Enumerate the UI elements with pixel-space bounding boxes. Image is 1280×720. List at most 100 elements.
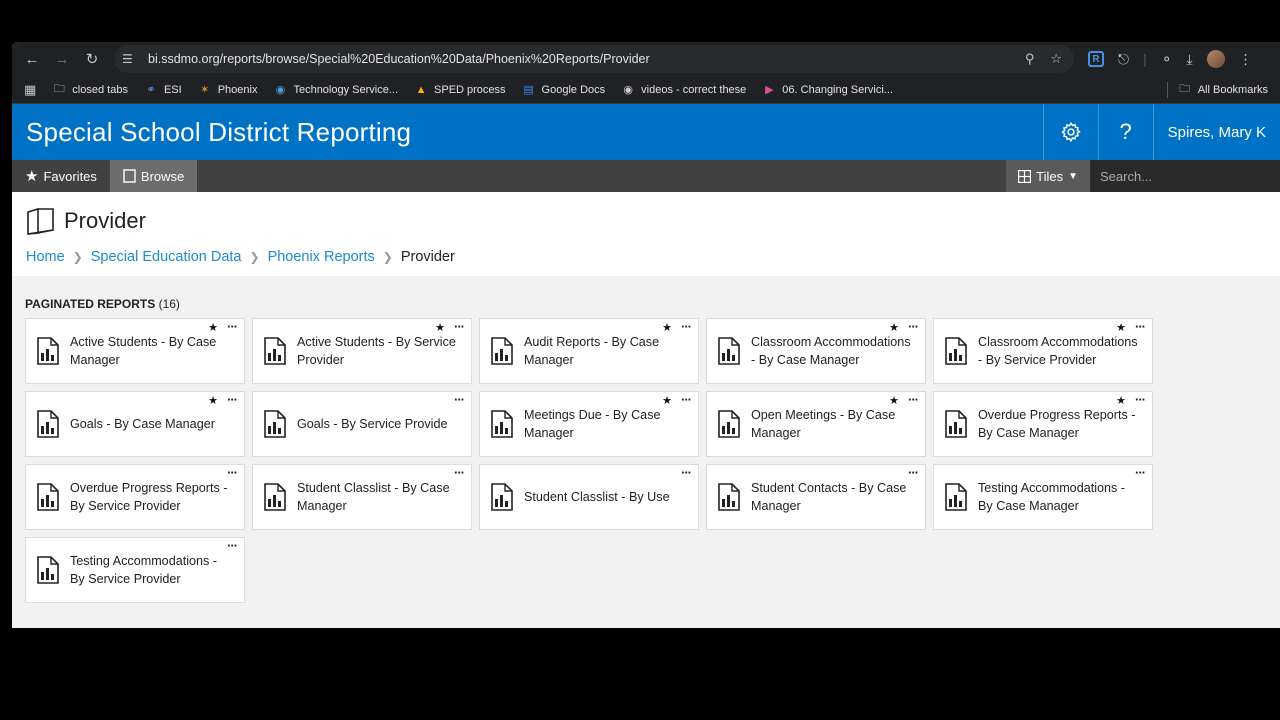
bookmarks-separator bbox=[1166, 81, 1168, 98]
more-options-icon[interactable]: ··· bbox=[454, 319, 465, 334]
paginated-report-icon bbox=[37, 410, 59, 438]
bookmark-google-docs[interactable]: ▤ Google Docs bbox=[522, 83, 605, 97]
extension-r-icon[interactable]: R bbox=[1088, 51, 1104, 67]
more-options-icon[interactable]: ··· bbox=[908, 392, 919, 407]
report-tile[interactable]: Meetings Due - By Case Manager ★ ··· bbox=[479, 391, 699, 457]
more-options-icon[interactable]: ··· bbox=[681, 465, 692, 480]
globe-icon: ◉ bbox=[275, 84, 286, 96]
report-tile[interactable]: Classroom Accommodations - By Case Manag… bbox=[706, 318, 926, 384]
more-options-icon[interactable]: ··· bbox=[227, 319, 238, 334]
breadcrumb-special-education-data[interactable]: Special Education Data bbox=[91, 249, 242, 265]
more-options-icon[interactable]: ··· bbox=[1135, 319, 1146, 334]
report-tile[interactable]: Classroom Accommodations - By Service Pr… bbox=[933, 318, 1153, 384]
favorite-star-icon[interactable]: ★ bbox=[889, 321, 899, 334]
view-toggle-button[interactable]: Tiles ▼ bbox=[1006, 160, 1090, 192]
extensions-icon[interactable]: ⎋ bbox=[1118, 51, 1129, 68]
more-options-icon[interactable]: ··· bbox=[227, 392, 238, 407]
page-title-area: Provider Home ❯ Special Education Data ❯… bbox=[12, 192, 1280, 276]
forward-icon[interactable]: → bbox=[50, 47, 74, 71]
bookmark-sped-process[interactable]: ▲ SPED process bbox=[414, 83, 506, 97]
report-tile[interactable]: Student Classlist - By Case Manager ··· bbox=[252, 464, 472, 530]
bookmark-technology-service[interactable]: ◉ Technology Service... bbox=[273, 83, 398, 97]
bookmark-esi[interactable]: ⚭ ESI bbox=[144, 83, 181, 97]
more-options-icon[interactable]: ··· bbox=[1135, 465, 1146, 480]
paginated-report-icon bbox=[945, 410, 967, 438]
report-name: Student Contacts - By Case Manager bbox=[751, 481, 907, 513]
settings-button[interactable] bbox=[1042, 104, 1098, 160]
breadcrumb-home[interactable]: Home bbox=[26, 249, 65, 265]
link-icon: ⚭ bbox=[146, 84, 156, 96]
browse-nav[interactable]: Browse bbox=[109, 160, 198, 192]
more-options-icon[interactable]: ··· bbox=[227, 538, 238, 553]
more-options-icon[interactable]: ··· bbox=[454, 465, 465, 480]
reload-icon[interactable]: ↻ bbox=[80, 47, 104, 71]
all-bookmarks[interactable]: 🗀 All Bookmarks bbox=[1178, 83, 1268, 97]
media-icon[interactable]: ⚬ bbox=[1161, 51, 1173, 68]
favorite-star-icon[interactable]: ★ bbox=[435, 321, 445, 334]
report-tile[interactable]: Overdue Progress Reports - By Case Manag… bbox=[933, 391, 1153, 457]
report-tile[interactable]: Goals - By Case Manager ★ ··· bbox=[25, 391, 245, 457]
more-options-icon[interactable]: ··· bbox=[681, 392, 692, 407]
more-options-icon[interactable]: ··· bbox=[454, 392, 465, 407]
report-tile[interactable]: Testing Accommodations - By Case Manager… bbox=[933, 464, 1153, 530]
address-bar[interactable]: ☰ bi.ssdmo.org/reports/browse/Special%20… bbox=[114, 45, 1074, 73]
chevron-down-icon: ▼ bbox=[1068, 170, 1078, 182]
report-tile[interactable]: Student Classlist - By Use ··· bbox=[479, 464, 699, 530]
favorite-star-icon[interactable]: ★ bbox=[208, 394, 218, 407]
download-icon[interactable]: ⤓ bbox=[1186, 51, 1192, 68]
breadcrumb-phoenix-reports[interactable]: Phoenix Reports bbox=[268, 249, 375, 265]
report-name: Active Students - By Service Provider bbox=[297, 335, 456, 367]
report-tile[interactable]: Overdue Progress Reports - By Service Pr… bbox=[25, 464, 245, 530]
paginated-report-icon bbox=[945, 337, 967, 365]
bookmark-star-icon[interactable]: ☆ bbox=[1050, 51, 1062, 67]
site-title[interactable]: Special School District Reporting bbox=[12, 117, 1043, 148]
report-tile[interactable]: Active Students - By Service Provider ★ … bbox=[252, 318, 472, 384]
report-tile[interactable]: Student Contacts - By Case Manager ··· bbox=[706, 464, 926, 530]
paginated-report-icon bbox=[491, 337, 513, 365]
folder-icon: 🗀 bbox=[53, 83, 65, 95]
favorite-star-icon[interactable]: ★ bbox=[208, 321, 218, 334]
section-header: PAGINATED REPORTS (16) bbox=[25, 297, 1267, 311]
report-tile[interactable]: Active Students - By Case Manager ★ ··· bbox=[25, 318, 245, 384]
paginated-report-icon bbox=[718, 483, 740, 511]
report-tile[interactable]: Audit Reports - By Case Manager ★ ··· bbox=[479, 318, 699, 384]
back-icon[interactable]: ← bbox=[20, 47, 44, 71]
report-name: Classroom Accommodations - By Case Manag… bbox=[751, 335, 911, 367]
more-options-icon[interactable]: ··· bbox=[227, 465, 238, 480]
report-tile[interactable]: Open Meetings - By Case Manager ★ ··· bbox=[706, 391, 926, 457]
favorite-star-icon[interactable]: ★ bbox=[889, 394, 899, 407]
report-name: Overdue Progress Reports - By Case Manag… bbox=[978, 408, 1136, 440]
globe-icon: ◉ bbox=[623, 84, 633, 96]
report-tile[interactable]: Goals - By Service Provide ··· bbox=[252, 391, 472, 457]
portal-header: Special School District Reporting ? Spir… bbox=[12, 104, 1280, 160]
more-options-icon[interactable]: ··· bbox=[908, 319, 919, 334]
paginated-report-icon bbox=[718, 410, 740, 438]
url-path: /reports/browse/Special%20Education%20Da… bbox=[219, 52, 650, 66]
zoom-icon[interactable]: ⚲ bbox=[1025, 51, 1035, 67]
favorite-star-icon[interactable]: ★ bbox=[662, 394, 672, 407]
report-name: Testing Accommodations - By Service Prov… bbox=[70, 554, 217, 586]
favorite-star-icon[interactable]: ★ bbox=[662, 321, 672, 334]
paginated-report-icon bbox=[945, 483, 967, 511]
profile-avatar[interactable] bbox=[1206, 50, 1225, 68]
favorite-star-icon[interactable]: ★ bbox=[1116, 321, 1126, 334]
favorites-nav[interactable]: ★ Favorites bbox=[12, 160, 110, 192]
search-input[interactable] bbox=[1100, 168, 1276, 184]
bookmark-videos[interactable]: ◉ videos - correct these bbox=[621, 83, 746, 97]
favorite-star-icon[interactable]: ★ bbox=[1116, 394, 1126, 407]
site-settings-icon[interactable]: ☰ bbox=[122, 52, 140, 66]
folder-icon bbox=[27, 207, 54, 235]
menu-dots-icon[interactable]: ⋮ bbox=[1239, 51, 1253, 68]
report-name: Classroom Accommodations - By Service Pr… bbox=[978, 335, 1138, 367]
report-tile[interactable]: Testing Accommodations - By Service Prov… bbox=[25, 537, 245, 603]
breadcrumb: Home ❯ Special Education Data ❯ Phoenix … bbox=[26, 242, 1280, 272]
apps-icon[interactable]: ▦ bbox=[24, 82, 36, 98]
more-options-icon[interactable]: ··· bbox=[681, 319, 692, 334]
more-options-icon[interactable]: ··· bbox=[908, 465, 919, 480]
more-options-icon[interactable]: ··· bbox=[1135, 392, 1146, 407]
user-name[interactable]: Spires, Mary K bbox=[1152, 104, 1280, 160]
help-button[interactable]: ? bbox=[1097, 104, 1153, 160]
bookmark-closed-tabs[interactable]: 🗀 closed tabs bbox=[52, 83, 128, 97]
bookmark-changing-servici[interactable]: ▶ 06. Changing Servici... bbox=[762, 83, 893, 97]
bookmark-phoenix[interactable]: ✶ Phoenix bbox=[198, 83, 257, 97]
